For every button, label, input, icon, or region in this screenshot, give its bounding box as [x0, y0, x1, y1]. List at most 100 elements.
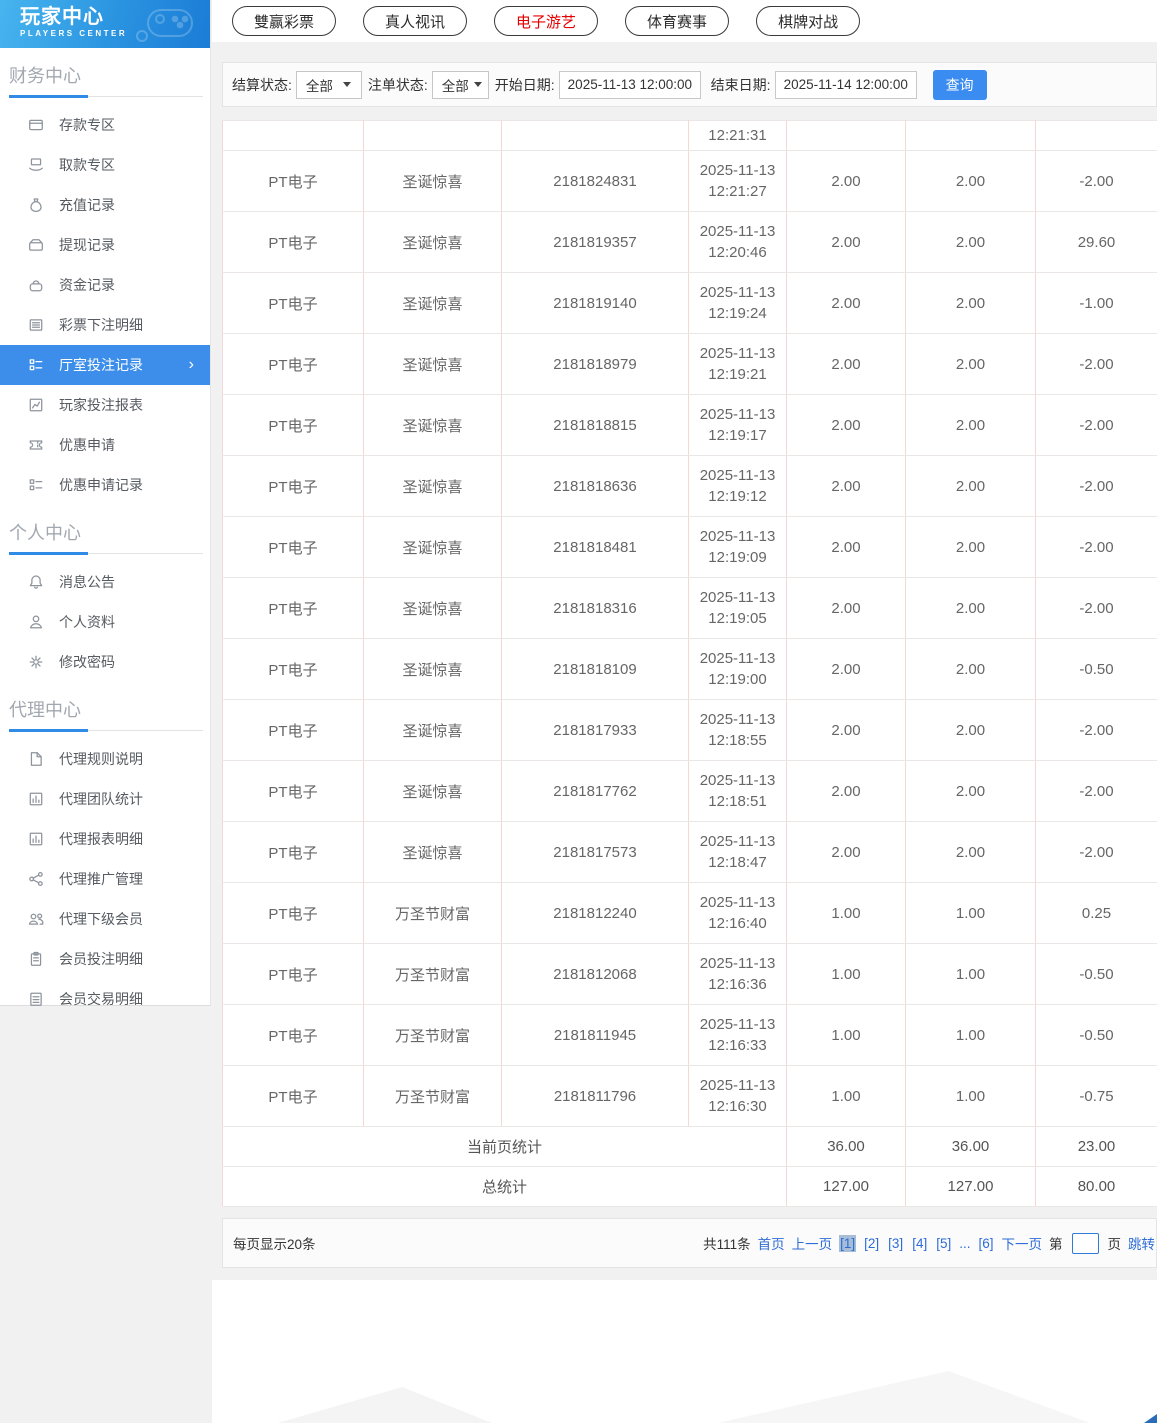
deposit-card-icon	[28, 117, 44, 133]
profit-cell: -0.50	[1035, 1004, 1157, 1066]
table-row: PT电子 圣诞惊喜 2181818815 2025-11-13 12:19:17 2.00…	[222, 394, 1157, 456]
bet-amount-cell: 1.00	[786, 1004, 906, 1066]
summary-label-cell: 总统计	[222, 1166, 787, 1207]
sidebar-item-label: 取款专区	[59, 157, 115, 173]
table-row: PT电子 圣诞惊喜 2181819140 2025-11-13 12:19:24 2.00…	[222, 272, 1157, 334]
profit-cell: -2.00	[1035, 821, 1157, 883]
bet-amount-cell: 2.00	[786, 760, 906, 822]
bet-date: 2025-11-13	[699, 711, 776, 728]
sidebar-item[interactable]: 消息公告	[0, 562, 210, 602]
sidebar-section-title: 财务中心	[9, 66, 81, 86]
sidebar-item[interactable]: 代理团队统计	[0, 779, 210, 819]
bet-time: 12:18:51	[708, 793, 767, 810]
sidebar-item[interactable]: 优惠申请记录	[0, 465, 210, 505]
sidebar-item[interactable]: 代理报表明细	[0, 819, 210, 859]
chevron-down-icon	[342, 82, 351, 87]
sidebar-section-title: 代理中心	[9, 700, 81, 720]
profit-cell: 0.25	[1035, 882, 1157, 944]
sidebar-item[interactable]: 会员交易明细	[0, 979, 210, 1019]
game-tab[interactable]: 真人视讯	[363, 6, 468, 36]
bet-time-cell: 2025-11-13 12:16:33	[688, 1004, 787, 1066]
sidebar-item[interactable]: 会员投注明细	[0, 939, 210, 979]
section-underline	[9, 729, 203, 732]
bet-number-cell: 2181819357	[501, 211, 689, 273]
settle-status-select[interactable]: 全部	[295, 70, 362, 99]
sidebar-item[interactable]: 提现记录	[0, 225, 210, 265]
sidebar-item[interactable]: 代理规则说明	[0, 739, 210, 779]
profit-cell: -2.00	[1035, 455, 1157, 517]
page-link-current[interactable]: [1]	[839, 1234, 857, 1252]
valid-bet-cell: 1.00	[905, 943, 1036, 1005]
sidebar-item[interactable]: 优惠申请	[0, 425, 210, 465]
section-underline	[9, 552, 203, 555]
page-link[interactable]: [5]	[935, 1235, 952, 1252]
end-date-input[interactable]: 2025-11-14 12:00:00	[774, 70, 917, 99]
pagination-controls: 共111条 首页 上一页 [1] [2] [3] [4] [5]... [6] 下一页 第…	[703, 1232, 1155, 1254]
gear-icon	[28, 654, 44, 670]
game-tab[interactable]: 体育赛事	[625, 6, 730, 36]
bet-number-cell: 2181818316	[501, 577, 689, 639]
game-tab[interactable]: 电子游艺	[494, 6, 599, 36]
sidebar-item[interactable]: 代理下级会员	[0, 899, 210, 939]
sidebar-item[interactable]: 彩票下注明细	[0, 305, 210, 345]
bet-time-cell: 2025-11-13 12:19:17	[688, 394, 787, 456]
goto-page-input[interactable]	[1071, 1232, 1099, 1254]
prev-page-link[interactable]: 上一页	[792, 1233, 833, 1253]
sidebar-item[interactable]: 资金记录	[0, 265, 210, 305]
bet-time-cell: 2025-11-13 12:16:40	[688, 882, 787, 944]
valid-bet-cell: 2.00	[905, 150, 1036, 212]
total-count-text: 共111条	[703, 1237, 751, 1252]
search-button[interactable]: 查询	[932, 69, 987, 100]
next-page-link[interactable]: 下一页	[1002, 1233, 1043, 1253]
page-link[interactable]: [2]	[863, 1235, 880, 1252]
bet-amount-cell: 2.00	[786, 211, 906, 273]
sidebar-item-label: 玩家投注报表	[59, 397, 143, 413]
valid-bet-cell: 2.00	[905, 821, 1036, 883]
bet-time: 12:16:33	[708, 1037, 767, 1054]
sidebar-item[interactable]: 玩家投注报表	[0, 385, 210, 425]
table-row: PT电子 圣诞惊喜 2181819357 2025-11-13 12:20:46 2.00…	[222, 211, 1157, 273]
bet-number-cell: 2181818636	[501, 455, 689, 517]
bet-time: 12:19:05	[708, 610, 767, 627]
sidebar-item-label: 优惠申请	[59, 437, 115, 453]
valid-bet-cell: 2.00	[905, 760, 1036, 822]
profit-cell: -0.50	[1035, 638, 1157, 700]
platform-cell: PT电子	[222, 882, 364, 944]
game-category-tabbar: 雙赢彩票 真人视讯 电子游艺 体育赛事 棋牌对战	[212, 0, 1157, 42]
sidebar-item[interactable]: 充值记录	[0, 185, 210, 225]
page-link[interactable]: [3]	[887, 1235, 904, 1252]
filter-bar: 结算状态: 全部 注单状态: 全部 开始日期: 2025-11-13 12:00…	[222, 62, 1157, 107]
bet-date: 2025-11-13	[699, 162, 776, 179]
sidebar-item[interactable]: 存款专区	[0, 105, 210, 145]
sidebar-item[interactable]: 取款专区	[0, 145, 210, 185]
end-date-label: 结束日期:	[710, 76, 771, 93]
page-link[interactable]: [6]	[977, 1235, 994, 1252]
chevron-down-icon	[473, 82, 482, 87]
bet-time-cell: 2025-11-13 12:19:00	[688, 638, 787, 700]
bet-time-cell: 2025-11-13 12:18:47	[688, 821, 787, 883]
bet-date: 2025-11-13	[699, 284, 776, 301]
order-status-select[interactable]: 全部	[431, 70, 489, 99]
game-tab[interactable]: 雙赢彩票	[232, 6, 337, 36]
bet-amount-cell: 2.00	[786, 272, 906, 334]
page-link[interactable]: [4]	[911, 1235, 928, 1252]
page-number-links: [1] [2] [3] [4] [5]... [6]	[839, 1234, 994, 1252]
start-date-input[interactable]: 2025-11-13 12:00:00	[558, 70, 701, 99]
sidebar-item[interactable]: 代理推广管理	[0, 859, 210, 899]
first-page-link[interactable]: 首页	[758, 1233, 785, 1253]
table-row: PT电子 圣诞惊喜 2181817762 2025-11-13 12:18:51 2.00…	[222, 760, 1157, 822]
game-tab[interactable]: 棋牌对战	[756, 6, 861, 36]
bet-time-cell: 2025-11-13 12:19:05	[688, 577, 787, 639]
table-cell	[222, 120, 364, 151]
sidebar-item-label: 提现记录	[59, 237, 115, 253]
sidebar-item[interactable]: 个人资料	[0, 602, 210, 642]
bet-number-cell: 2181812068	[501, 943, 689, 1005]
bet-time: 12:19:09	[708, 549, 767, 566]
sidebar-item[interactable]: 厅室投注记录 ›	[0, 345, 210, 385]
goto-jump-button[interactable]: 跳转	[1128, 1233, 1155, 1253]
bet-number-cell: 2181818979	[501, 333, 689, 395]
platform-cell: PT电子	[222, 943, 364, 1005]
game-name-cell: 圣诞惊喜	[363, 577, 502, 639]
summary-row: 总统计 127.00 127.00 80.00	[222, 1166, 1157, 1207]
sidebar-item[interactable]: 修改密码	[0, 642, 210, 682]
